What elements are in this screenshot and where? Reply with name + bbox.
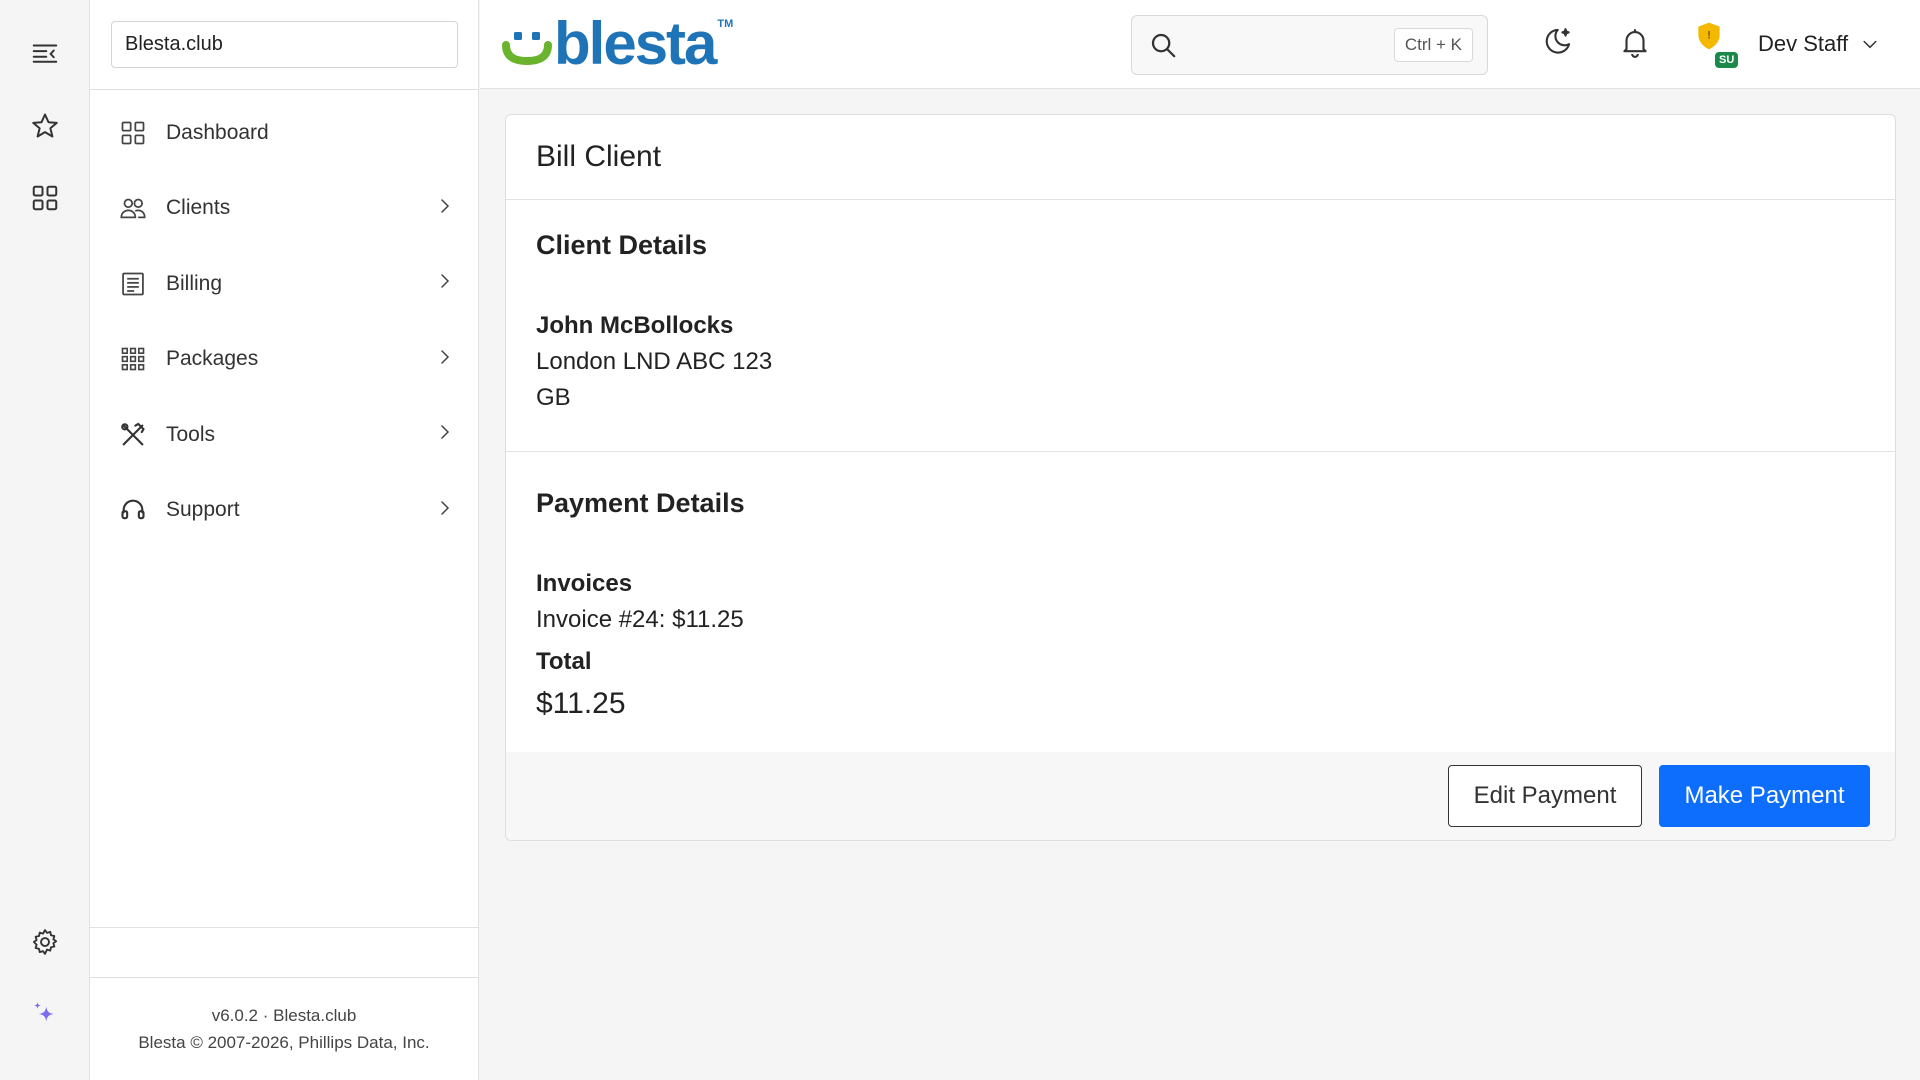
sparkle-icon[interactable] [23, 992, 67, 1036]
top-bar: blesta TM Ctrl + K ! SU Dev Staff [480, 0, 1920, 89]
invoice-line: Invoice #24: $11.25 [536, 606, 744, 633]
search-shortcut-hint: Ctrl + K [1393, 28, 1473, 62]
edit-payment-button[interactable]: Edit Payment [1448, 765, 1642, 827]
sidebar-item-label: Clients [166, 196, 231, 220]
section-title: Client Details [536, 230, 708, 260]
divider [90, 89, 478, 90]
moon-icon [1545, 28, 1571, 54]
logo-text: blesta [554, 10, 717, 77]
sidebar-item-label: Support [166, 498, 240, 522]
page-title: Bill Client [506, 115, 1895, 200]
bell-icon [1623, 29, 1647, 58]
client-address: London LND ABC 123 [536, 348, 773, 375]
notifications-button[interactable] [1613, 20, 1657, 64]
chevron-right-icon [436, 499, 454, 522]
logo-smile-icon [502, 32, 552, 66]
total-label: Total [536, 648, 592, 675]
user-name: Dev Staff [1758, 31, 1849, 56]
blesta-logo[interactable]: blesta TM [502, 14, 733, 74]
sidebar: Blesta.club Dashboard Clients Billing Pa… [90, 0, 479, 1080]
client-details-section: Client Details John McBollocks London LN… [506, 200, 1895, 452]
sidebar-nav: Dashboard Clients Billing Packages Tools… [90, 95, 478, 548]
sidebar-item-packages[interactable]: Packages [90, 322, 478, 398]
staff-role-indicator[interactable]: ! SU [1691, 20, 1739, 68]
invoices-label: Invoices [536, 570, 633, 597]
client-country: GB [536, 384, 571, 411]
chevron-right-icon [436, 423, 454, 446]
bill-client-card: Bill Client Client Details John McBolloc… [505, 114, 1896, 841]
sidebar-item-label: Billing [166, 271, 223, 295]
sidebar-item-support[interactable]: Support [90, 473, 478, 549]
icon-rail [0, 0, 90, 1080]
chevron-right-icon [436, 197, 454, 220]
collapse-menu-icon[interactable] [23, 31, 67, 75]
sidebar-item-label: Dashboard [166, 120, 269, 144]
headset-icon [119, 496, 147, 524]
dashboard-grid-icon [119, 119, 147, 147]
su-badge: SU [1715, 52, 1739, 68]
search-icon [1151, 33, 1176, 58]
apps-grid-icon[interactable] [23, 176, 67, 220]
card-footer: Edit Payment Make Payment [506, 752, 1895, 840]
user-menu[interactable]: Dev Staff [1758, 26, 1880, 62]
divider [90, 977, 478, 978]
search-input[interactable]: Ctrl + K [1131, 15, 1488, 75]
copyright-text: Blesta © 2007-2026, Phillips Data, Inc. [138, 1033, 430, 1052]
users-icon [119, 194, 147, 222]
chevron-down-icon [1863, 40, 1877, 49]
total-value: $11.25 [536, 687, 626, 720]
dark-mode-toggle[interactable] [1535, 20, 1579, 64]
sidebar-item-tools[interactable]: Tools [90, 397, 478, 473]
shield-icon: ! [1698, 22, 1720, 50]
sidebar-item-billing[interactable]: Billing [90, 246, 478, 322]
section-title: Payment Details [536, 488, 745, 518]
chevron-right-icon [436, 272, 454, 295]
sidebar-item-label: Tools [166, 422, 216, 446]
billing-list-icon [119, 270, 147, 298]
divider [90, 927, 478, 928]
gear-icon[interactable] [23, 920, 67, 964]
tools-icon [119, 421, 147, 449]
logo-trademark: TM [717, 18, 734, 30]
svg-text:!: ! [1707, 30, 1711, 42]
star-icon[interactable] [23, 104, 67, 148]
company-name: Blesta.club [125, 33, 223, 55]
make-payment-button[interactable]: Make Payment [1659, 765, 1870, 827]
chevron-right-icon [436, 348, 454, 371]
sidebar-item-label: Packages [166, 347, 259, 371]
packages-dots-icon [119, 345, 147, 373]
company-selector[interactable]: Blesta.club [111, 21, 458, 68]
client-name: John McBollocks [536, 312, 734, 339]
sidebar-footer: v6.0.2 · Blesta.club Blesta © 2007-2026,… [90, 1002, 478, 1056]
sidebar-item-clients[interactable]: Clients [90, 171, 478, 247]
sidebar-item-dashboard[interactable]: Dashboard [90, 95, 478, 171]
version-text: v6.0.2 · Blesta.club [211, 1006, 357, 1025]
payment-details-section: Payment Details Invoices Invoice #24: $1… [506, 452, 1895, 754]
